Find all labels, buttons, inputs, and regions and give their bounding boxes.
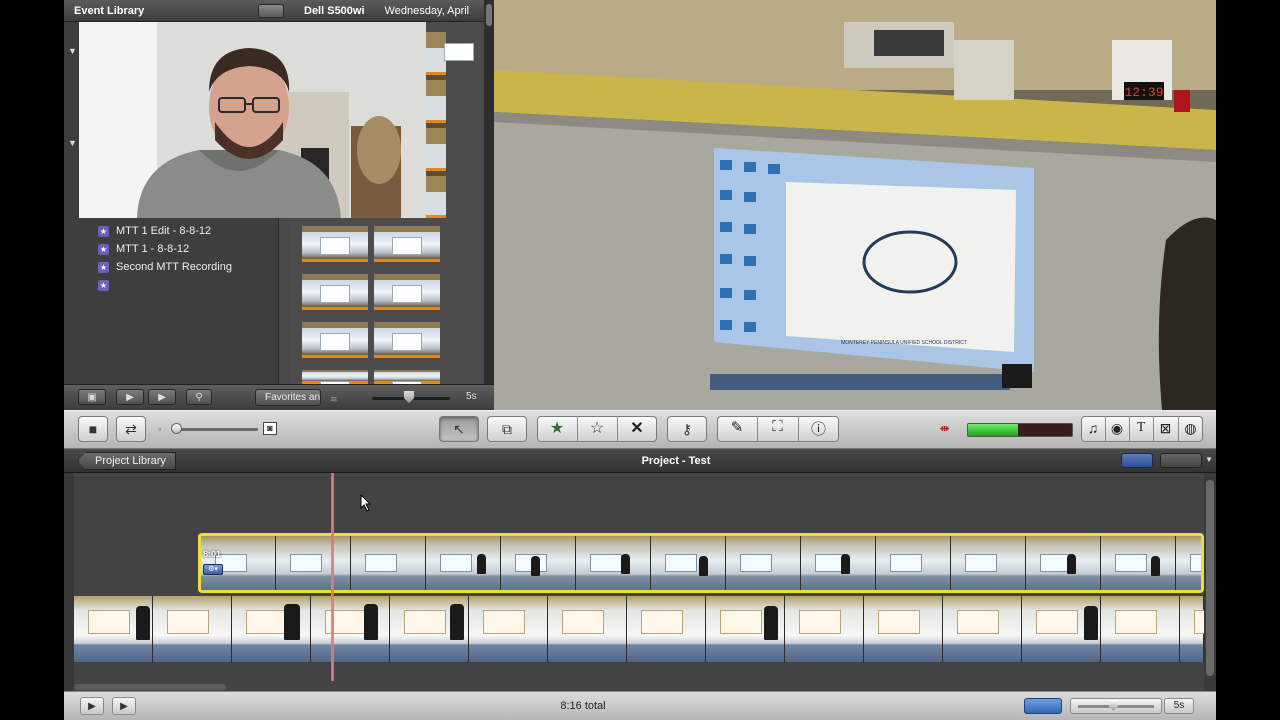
- disclosure-triangle-icon[interactable]: ▼: [68, 138, 77, 148]
- event-star-icon: ★: [98, 279, 109, 291]
- playhead[interactable]: [331, 473, 334, 681]
- event-item[interactable]: ★: [98, 277, 116, 293]
- clip-thumbnail[interactable]: [302, 370, 368, 399]
- scrollbar-thumb[interactable]: [486, 4, 492, 26]
- title-icon[interactable]: T: [1129, 420, 1153, 436]
- voiceover-icon[interactable]: ⇹: [940, 422, 949, 435]
- play-event-button[interactable]: ▶: [116, 389, 144, 405]
- event-item[interactable]: ★ MTT 1 - 8-8-12: [98, 241, 189, 257]
- webcam-preview: [79, 22, 426, 218]
- show-events-button[interactable]: ▣: [78, 389, 106, 405]
- event-star-icon: ★: [98, 261, 109, 273]
- clip-duration-label: 8:01: [203, 549, 222, 559]
- clip-thumbnail[interactable]: [302, 226, 368, 262]
- favorites-filter-select[interactable]: Favorites an: [255, 389, 321, 406]
- event-star-icon: ★: [98, 243, 109, 255]
- event-item[interactable]: ★ MTT 1 Edit - 8-8-12: [98, 223, 211, 239]
- favorite-star-icon[interactable]: ★: [537, 418, 577, 438]
- clip-thumbnail[interactable]: [374, 370, 440, 399]
- event-item-label: MTT 1 Edit - 8-8-12: [116, 225, 212, 237]
- screen-caption: MONTEREY PENINSULA UNIFIED SCHOOL DISTRI…: [841, 340, 967, 346]
- clip-thumbnail[interactable]: [302, 322, 368, 358]
- project-library-button[interactable]: Project Library: [78, 452, 176, 470]
- clip-thumbnail[interactable]: [374, 226, 440, 262]
- play-project-button[interactable]: ▶: [112, 697, 136, 715]
- info-icon[interactable]: ⓘ: [798, 418, 839, 439]
- reject-x-icon[interactable]: ✕: [617, 418, 657, 438]
- slider-knob[interactable]: [171, 423, 182, 434]
- event-item-label: Second MTT Recording: [116, 261, 232, 273]
- event-item[interactable]: ★ Second MTT Recording: [98, 259, 232, 275]
- play-icon: ▶: [126, 391, 134, 403]
- unmark-star-icon[interactable]: ☆: [577, 418, 617, 438]
- timeline-gutter: [64, 473, 74, 691]
- search-button[interactable]: ⚲: [186, 389, 212, 405]
- project-title: Project - Test: [641, 455, 711, 467]
- event-star-icon: ★: [98, 225, 109, 237]
- scrollbar-thumb[interactable]: [1206, 480, 1214, 676]
- eyedropper-icon[interactable]: ✎: [717, 418, 757, 436]
- imovie-window: Event Library Dell S500wi Wednesday, Apri…: [0, 0, 1280, 720]
- camera-name: Dell S500wi: [304, 5, 365, 17]
- add-selection-button[interactable]: ⧉: [487, 416, 527, 442]
- clip-thumbnail[interactable]: [374, 274, 440, 310]
- swap-events-projects-button[interactable]: ⇄: [116, 416, 146, 442]
- thumbnail-duration-label: 5s: [466, 391, 477, 402]
- crop-icon[interactable]: ⛶: [757, 418, 798, 435]
- event-library-title: Event Library: [64, 0, 290, 22]
- map-icon[interactable]: ◍: [1178, 420, 1203, 437]
- keyword-button[interactable]: ⚷: [667, 416, 707, 442]
- waveform-icon[interactable]: ≋: [330, 394, 338, 405]
- timeline-duration-label: 5s: [1164, 698, 1194, 714]
- project-total-duration: 8:16 total: [560, 700, 606, 712]
- clip-browser-scrollbar[interactable]: [484, 0, 494, 384]
- thumbnail-size-slider[interactable]: [176, 428, 258, 431]
- audio-level-fill: [968, 424, 1018, 436]
- zoom-to-fit-button[interactable]: [1024, 698, 1062, 714]
- add-selection-icon: ⧉: [502, 420, 512, 437]
- audio-view-toggle[interactable]: [1160, 453, 1202, 468]
- music-icon[interactable]: ♫: [1081, 420, 1105, 436]
- camera-icon: ■: [88, 421, 98, 437]
- chevron-down-icon[interactable]: ▼: [1205, 455, 1213, 464]
- play-icon: ▶: [88, 700, 96, 712]
- filmstrip-icon: ▣: [87, 391, 97, 403]
- photo-icon[interactable]: ◉: [1105, 420, 1129, 437]
- webcam-image: [79, 22, 426, 218]
- swap-icon: ⇄: [125, 420, 137, 437]
- play-icon: ▶: [158, 391, 166, 403]
- event-item-label: MTT 1 - 8-8-12: [116, 243, 190, 255]
- search-icon: ⚲: [195, 391, 203, 403]
- selected-video-clip[interactable]: [198, 533, 1204, 593]
- key-icon: ⚷: [681, 420, 693, 437]
- clock-display: 12:39: [1124, 85, 1163, 100]
- eject-button[interactable]: [258, 4, 284, 18]
- background-video-clip[interactable]: [74, 596, 1204, 662]
- disclosure-triangle-icon[interactable]: ▼: [68, 46, 77, 56]
- video-viewer: 12:39 MONTEREY PENINSULA UNIFIED SCHOOL …: [494, 0, 1216, 410]
- clip-filmstrip[interactable]: [426, 32, 474, 218]
- viewer-frame: 12:39 MONTEREY PENINSULA UNIFIED SCHOOL …: [494, 0, 1216, 410]
- arrow-pointer-icon: ↖: [453, 420, 465, 437]
- mouse-cursor-icon: [360, 494, 372, 512]
- clip-action-gear-icon[interactable]: ⚙▾: [203, 564, 223, 575]
- large-thumb-icon: ◙: [263, 422, 277, 435]
- play-project-fullscreen-button[interactable]: ▶: [80, 697, 104, 715]
- play-forward-button[interactable]: ▶: [148, 389, 176, 405]
- play-icon: ▶: [120, 700, 128, 712]
- event-date: Wednesday, April: [384, 5, 470, 17]
- small-thumb-icon: ▫: [158, 424, 162, 434]
- filmstrip-view-toggle[interactable]: [1121, 453, 1153, 468]
- clip-thumbnail[interactable]: [374, 322, 440, 358]
- event-browser-header: Dell S500wi Wednesday, April: [290, 0, 484, 22]
- transition-icon[interactable]: ⊠: [1153, 420, 1178, 437]
- clip-thumbnail[interactable]: [302, 274, 368, 310]
- timeline-horizontal-scrollbar[interactable]: [74, 684, 226, 690]
- camera-import-button[interactable]: ■: [78, 416, 108, 442]
- select-tool-button[interactable]: ↖: [439, 416, 479, 442]
